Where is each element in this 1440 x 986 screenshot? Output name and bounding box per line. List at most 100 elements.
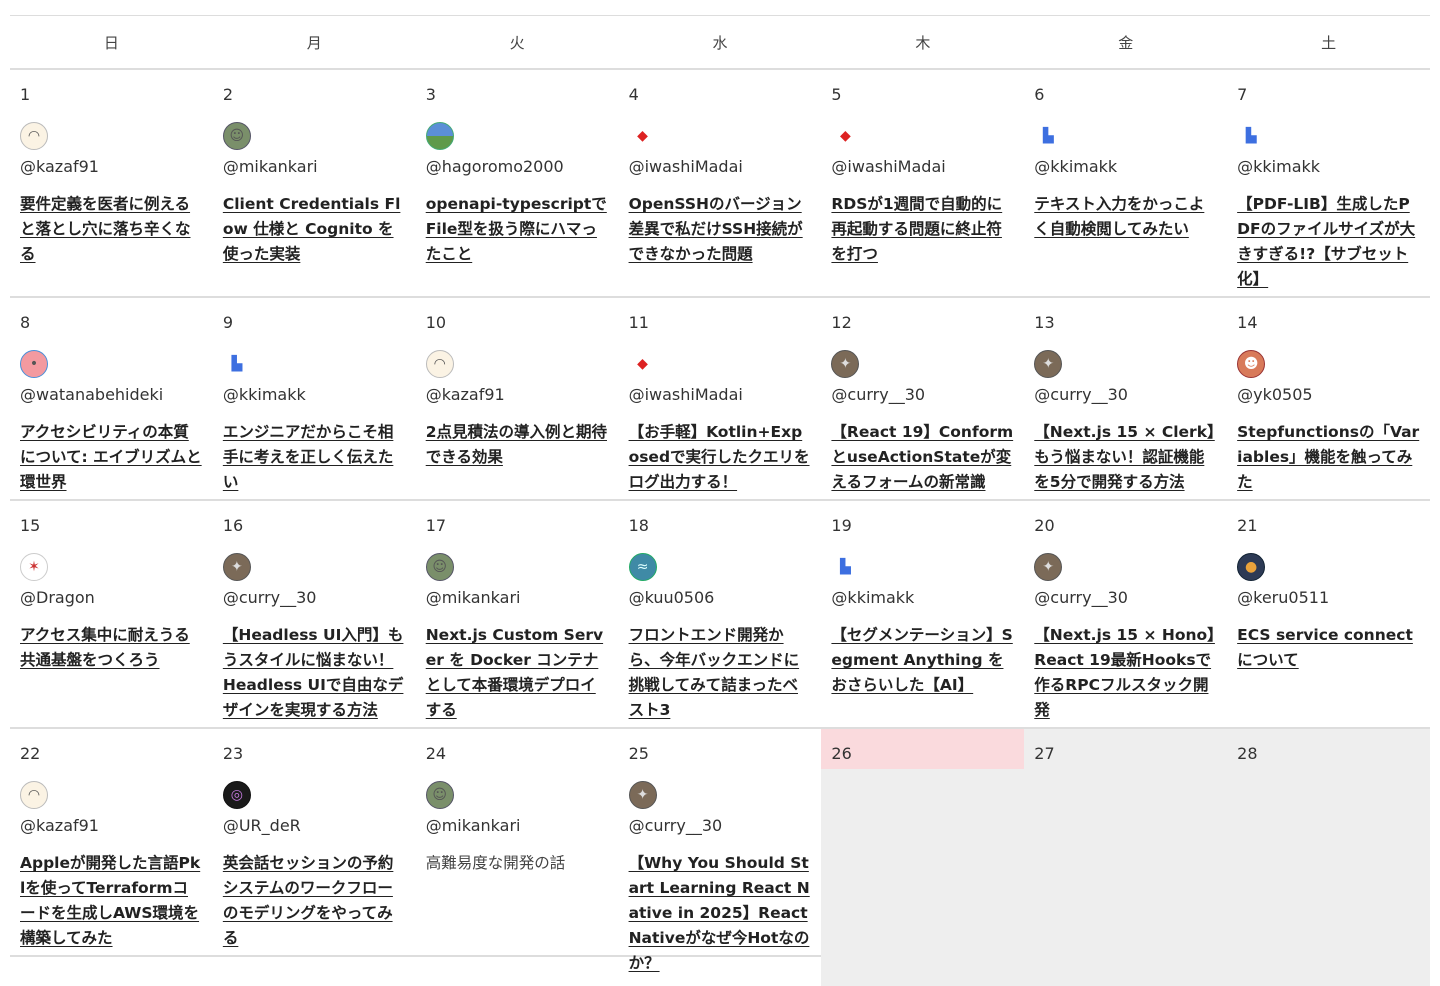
article-link[interactable]: Client Credentials Flow 仕様と Cognito を使った… — [223, 192, 406, 267]
article-link[interactable]: 2点見積法の導入例と期待できる効果 — [426, 420, 609, 470]
sheep-avatar-icon[interactable]: ◠ — [20, 781, 48, 809]
day-number: 2 — [222, 85, 234, 104]
landscape-avatar-icon[interactable] — [425, 122, 454, 150]
calendar-day: 8 • @watanabehideki アクセシビリティの本質について: エイブリズム… — [10, 298, 213, 505]
calendar-day-empty: 27 — [1024, 729, 1228, 986]
author-username[interactable]: @hagoromo2000 — [426, 156, 609, 178]
article-link[interactable]: 【Why You Should Start Learning React Nat… — [629, 851, 812, 976]
calendar-week: 15 ✶ @Dragon アクセス集中に耐えうる共通基盤をつくろう 16 ✦ @curry_… — [10, 501, 1430, 729]
author-username[interactable]: @iwashiMadai — [831, 156, 1014, 178]
day-number: 4 — [628, 85, 639, 104]
author-username[interactable]: @kazaf91 — [20, 815, 203, 837]
calendar-day: 18 ≈ @kuu0506 フロントエンド開発から、今年バックエンドに挑戦してみて詰ま… — [619, 501, 822, 733]
calendar-day: 14 ☻ @yk0505 Stepfunctionsの「Variables」機能を触っ… — [1227, 298, 1430, 505]
day-number: 28 — [1237, 744, 1258, 763]
circle-avatar-icon[interactable]: ◎ — [222, 781, 251, 809]
article-link[interactable]: Next.js Custom Server を Docker コンテナとして本番… — [426, 623, 609, 723]
calendar-day: 23 ◎ @UR_deR 英会話セッションの予約システムのワークフローのモデリングをや… — [213, 729, 416, 986]
article-link[interactable]: 英会話セッションの予約システムのワークフローのモデリングをやってみる — [223, 851, 406, 951]
article-link[interactable]: 【セグメンテーション】Segment Anything をおさらいした【AI】 — [831, 623, 1014, 698]
character-avatar-icon[interactable]: ☺ — [425, 553, 454, 581]
author-username[interactable]: @kazaf91 — [20, 156, 203, 178]
person-avatar-icon[interactable]: ☻ — [1237, 350, 1266, 378]
day-number: 27 — [1034, 744, 1055, 763]
author-username[interactable]: @watanabehideki — [20, 384, 203, 406]
article-link[interactable]: 【React 19】ConformとuseActionStateが変えるフォーム… — [831, 420, 1014, 495]
article-link[interactable]: 要件定義を医者に例えると落とし穴に落ち辛くなる — [20, 192, 203, 267]
article-link[interactable]: エンジニアだからこそ相手に考えを正しく伝えたい — [223, 420, 406, 495]
author-username[interactable]: @curry__30 — [629, 815, 812, 837]
article-link[interactable]: 【Next.js 15 × Clerk】もう悩まない！認証機能を5分で開発する方… — [1034, 420, 1217, 495]
night-avatar-icon[interactable]: ● — [1237, 553, 1266, 581]
character-avatar-icon[interactable]: ☺ — [425, 781, 454, 809]
castle-avatar-icon[interactable]: ▙ — [831, 553, 860, 581]
calendar-week: 8 • @watanabehideki アクセシビリティの本質について: エイブリズム… — [10, 298, 1430, 501]
sheep-avatar-icon[interactable]: ◠ — [425, 350, 454, 378]
calendar-day: 22 ◠ @kazaf91 Appleが開発した言語Pklを使ってTerraformコ… — [10, 729, 213, 986]
photo-avatar-icon[interactable]: ✦ — [1034, 350, 1063, 378]
fish-avatar-icon[interactable]: ◆ — [628, 350, 657, 378]
author-username[interactable]: @kazaf91 — [426, 384, 609, 406]
article-link[interactable]: Stepfunctionsの「Variables」機能を触ってみた — [1237, 420, 1420, 495]
day-number: 14 — [1237, 313, 1258, 332]
day-number: 1 — [20, 85, 31, 104]
fish-avatar-icon[interactable]: ◆ — [628, 122, 657, 150]
day-number: 26 — [831, 744, 852, 763]
author-username[interactable]: @yk0505 — [1237, 384, 1420, 406]
article-link[interactable]: 【PDF-LIB】生成したPDFのファイルサイズが大きすぎる!?【サブセット化】 — [1237, 192, 1420, 292]
author-username[interactable]: @UR_deR — [223, 815, 406, 837]
author-username[interactable]: @curry__30 — [831, 384, 1014, 406]
photo-avatar-icon[interactable]: ✦ — [831, 350, 860, 378]
photo-avatar-icon[interactable]: ✦ — [1034, 553, 1063, 581]
author-username[interactable]: @kkimakk — [831, 587, 1014, 609]
fish-avatar-icon[interactable]: ◆ — [831, 122, 860, 150]
article-link[interactable]: フロントエンド開発から、今年バックエンドに挑戦してみて詰まったベスト3 — [629, 623, 812, 723]
article-link[interactable]: アクセシビリティの本質について: エイブリズムと環世界 — [20, 420, 203, 495]
author-username[interactable]: @mikankari — [426, 587, 609, 609]
author-username[interactable]: @curry__30 — [1034, 587, 1217, 609]
author-username[interactable]: @kuu0506 — [629, 587, 812, 609]
calendar-day: 3 @hagoromo2000 openapi-typescriptでFile型を扱… — [416, 70, 619, 302]
calendar-day: 9 ▙ @kkimakk エンジニアだからこそ相手に考えを正しく伝えたい — [213, 298, 416, 505]
author-username[interactable]: @curry__30 — [223, 587, 406, 609]
pig-avatar-icon[interactable]: • — [20, 350, 48, 378]
castle-avatar-icon[interactable]: ▙ — [1034, 122, 1063, 150]
castle-avatar-icon[interactable]: ▙ — [1237, 122, 1266, 150]
author-username[interactable]: @kkimakk — [223, 384, 406, 406]
article-link[interactable]: openapi-typescriptでFile型を扱う際にハマったこと — [426, 192, 609, 267]
photo-avatar-icon[interactable]: ✦ — [222, 553, 251, 581]
castle-avatar-icon[interactable]: ▙ — [222, 350, 251, 378]
character-avatar-icon[interactable]: ☺ — [222, 122, 251, 150]
day-number: 24 — [425, 744, 447, 763]
wave-avatar-icon[interactable]: ≈ — [628, 553, 657, 581]
article-link[interactable]: テキスト入力をかっこよく自動検閲してみたい — [1034, 192, 1217, 242]
calendar-day: 15 ✶ @Dragon アクセス集中に耐えうる共通基盤をつくろう — [10, 501, 213, 733]
article-link[interactable]: ECS service connectについて — [1237, 623, 1420, 673]
article-link[interactable]: Appleが開発した言語Pklを使ってTerraformコードを生成しAWS環境… — [20, 851, 203, 951]
article-link[interactable]: RDSが1週間で自動的に再起動する問題に終止符を打つ — [831, 192, 1014, 267]
calendar-day: 13 ✦ @curry__30 【Next.js 15 × Clerk】もう悩まない！… — [1024, 298, 1227, 505]
author-username[interactable]: @iwashiMadai — [629, 156, 812, 178]
day-number: 10 — [425, 313, 447, 332]
author-username[interactable]: @kkimakk — [1237, 156, 1420, 178]
article-link[interactable]: OpenSSHのバージョン差異で私だけSSH接続ができなかった問題 — [629, 192, 812, 267]
calendar-day: 1 ◠ @kazaf91 要件定義を医者に例えると落とし穴に落ち辛くなる — [10, 70, 213, 302]
author-username[interactable]: @iwashiMadai — [629, 384, 812, 406]
article-link[interactable]: 【お手軽】Kotlin+Exposedで実行したクエリをログ出力する！ — [629, 420, 812, 495]
author-username[interactable]: @curry__30 — [1034, 384, 1217, 406]
author-username[interactable]: @Dragon — [20, 587, 203, 609]
article-link[interactable]: 【Headless UI入門】もうスタイルに悩まない！Headless UIで自… — [223, 623, 406, 723]
dragon-avatar-icon[interactable]: ✶ — [20, 553, 48, 581]
article-link[interactable]: 【Next.js 15 × Hono】React 19最新Hooksで作るRPC… — [1034, 623, 1217, 723]
day-number: 5 — [831, 85, 842, 104]
author-username[interactable]: @kkimakk — [1034, 156, 1217, 178]
weekday-header: 日 月 火 水 木 金 土 — [10, 15, 1430, 70]
sheep-avatar-icon[interactable]: ◠ — [20, 122, 48, 150]
author-username[interactable]: @keru0511 — [1237, 587, 1420, 609]
author-username[interactable]: @mikankari — [223, 156, 406, 178]
calendar-day: 10 ◠ @kazaf91 2点見積法の導入例と期待できる効果 — [416, 298, 619, 505]
author-username[interactable]: @mikankari — [426, 815, 609, 837]
photo-avatar-icon[interactable]: ✦ — [628, 781, 657, 809]
weekday-mon: 月 — [306, 33, 322, 52]
article-link[interactable]: アクセス集中に耐えうる共通基盤をつくろう — [20, 623, 203, 673]
